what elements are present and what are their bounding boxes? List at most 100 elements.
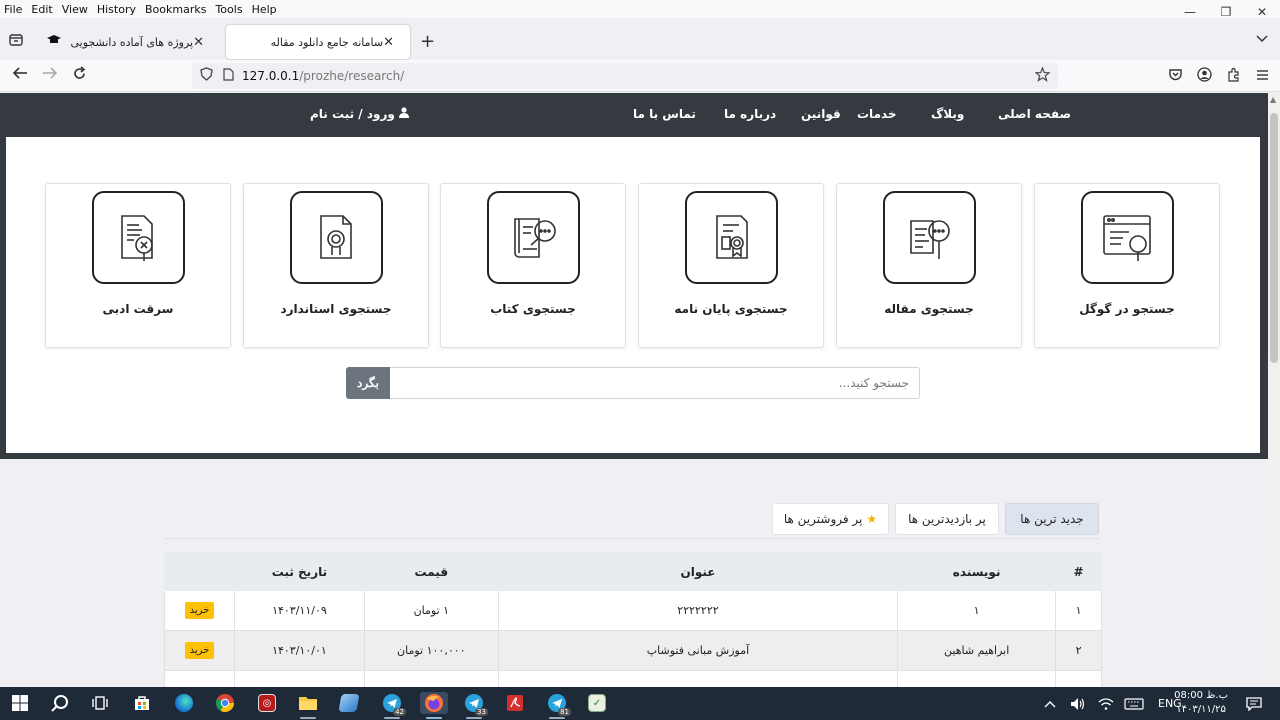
book-search-icon — [487, 191, 580, 284]
list-all-tabs-chevron-icon[interactable] — [1256, 32, 1268, 46]
keyboard-icon[interactable] — [1124, 687, 1144, 720]
active-indicator — [384, 717, 400, 719]
nav-contact[interactable]: تماس با ما — [633, 107, 696, 121]
account-icon[interactable] — [1197, 67, 1212, 86]
search-button[interactable]: بگرد — [346, 367, 390, 399]
bookmark-star-icon[interactable] — [1034, 66, 1051, 86]
app-red-icon[interactable]: ◎ — [255, 692, 279, 714]
menu-file[interactable]: File — [4, 3, 22, 16]
task-view-icon[interactable] — [88, 692, 112, 714]
store-icon[interactable] — [130, 692, 154, 714]
tab-strip: ✕ پروژه های آماده دانشجویی ✕ سامانه جامع… — [0, 18, 1280, 60]
header-number: # — [1055, 552, 1102, 591]
tab-close-icon[interactable]: ✕ — [383, 35, 394, 50]
nav-services[interactable]: خدمات — [857, 107, 897, 121]
page-viewport: صفحه اصلی وبلاگ خدمات قوانین درباره ما ت… — [0, 93, 1268, 687]
menu-edit[interactable]: Edit — [31, 3, 52, 16]
active-indicator — [426, 717, 442, 719]
search-input[interactable] — [390, 367, 920, 399]
card-plagiarism[interactable]: سرقت ادبی — [45, 183, 231, 348]
hero-panel: جستجو در گوگل جستجوی مقاله جستجوی پایان … — [6, 137, 1260, 453]
buy-button[interactable]: خرید — [184, 642, 215, 659]
scroll-up-arrow-icon[interactable]: ▲ — [1270, 95, 1276, 104]
firefox-icon[interactable] — [420, 692, 448, 714]
back-arrow-icon[interactable] — [12, 66, 28, 84]
new-tab-button[interactable]: + — [420, 31, 435, 52]
url-path: /prozhe/research/ — [299, 69, 405, 83]
acrobat-icon[interactable] — [503, 692, 527, 714]
tab-best-selling[interactable]: ★ پر فروشترین ها — [772, 503, 889, 535]
file-explorer-icon[interactable] — [296, 692, 320, 714]
cell-author: ابراهیم شاهین — [897, 630, 1057, 671]
nav-home[interactable]: صفحه اصلی — [998, 107, 1071, 121]
cell-title[interactable]: ۲۲۲۲۲۲۲ — [497, 590, 899, 631]
forward-arrow-icon[interactable] — [42, 66, 58, 84]
clock-time: ب.ظ 08:00 — [1174, 690, 1228, 701]
wifi-icon[interactable] — [1098, 687, 1114, 720]
chrome-icon[interactable] — [213, 692, 237, 714]
cell-action: خرید — [164, 630, 235, 671]
standard-document-icon — [290, 191, 383, 284]
table-row — [164, 670, 1102, 687]
nav-blog[interactable]: وبلاگ — [931, 107, 964, 121]
tab-most-viewed[interactable]: پر بازدیدترین ها — [895, 503, 999, 535]
tab-article-download[interactable]: ✕ سامانه جامع دانلود مقاله — [226, 25, 410, 59]
card-label: جستجوی کتاب — [490, 302, 576, 316]
menu-help[interactable]: Help — [252, 3, 277, 16]
page-info-icon[interactable] — [223, 68, 234, 84]
nav-about[interactable]: درباره ما — [724, 107, 776, 121]
volume-icon[interactable] — [1070, 687, 1086, 720]
address-bar[interactable]: 127.0.0.1/prozhe/research/ — [192, 63, 1058, 89]
tab-close-icon[interactable]: ✕ — [193, 35, 204, 50]
header-price: قیمت — [363, 552, 499, 591]
header-action — [164, 552, 235, 591]
nav-rules[interactable]: قوانین — [801, 107, 841, 121]
cell-date: ۱۴۰۳/۱۱/۰۹ — [233, 590, 365, 631]
menu-bookmarks[interactable]: Bookmarks — [145, 3, 206, 16]
windows-start-icon[interactable] — [8, 692, 32, 714]
table-row: ۲ ابراهیم شاهین آموزش مبانی فتوشاپ ۱۰۰,۰… — [164, 630, 1102, 671]
menu-history[interactable]: History — [97, 3, 136, 16]
tab-title: سامانه جامع دانلود مقاله — [270, 35, 384, 49]
tab-label: پر فروشترین ها — [783, 512, 863, 526]
menu-tools[interactable]: Tools — [215, 3, 242, 16]
telegram-icon[interactable]: 81 — [545, 692, 571, 716]
card-label: جستجوی مقاله — [884, 302, 974, 316]
card-thesis-search[interactable]: جستجوی پایان نامه — [638, 183, 824, 348]
extensions-icon[interactable] — [1226, 67, 1241, 86]
edge-browser-icon[interactable] — [172, 692, 196, 714]
more-menu-icon[interactable] — [1255, 67, 1270, 86]
app-green-icon[interactable]: ✓ — [585, 692, 609, 714]
card-google-search[interactable]: جستجو در گوگل — [1034, 183, 1220, 348]
buy-button[interactable]: خرید — [184, 602, 215, 619]
show-hidden-icons-chevron[interactable] — [1044, 687, 1056, 720]
telegram-badge: 33 — [475, 708, 488, 716]
article-search-icon — [883, 191, 976, 284]
scrollbar-thumb[interactable] — [1270, 113, 1278, 363]
tab-student-projects[interactable]: ✕ پروژه های آماده دانشجویی — [40, 25, 220, 59]
tab-title: پروژه های آماده دانشجویی — [70, 35, 194, 49]
pocket-icon[interactable] — [1168, 67, 1183, 86]
login-register-link[interactable]: ورود / ثبت نام — [310, 107, 409, 121]
telegram-icon[interactable]: 42 — [380, 692, 406, 716]
table-header-row: # نویسنده عنوان قیمت تاریخ ثبت — [164, 552, 1102, 591]
menu-view[interactable]: View — [62, 3, 88, 16]
card-label: جستجوی استاندارد — [280, 302, 392, 316]
card-standard-search[interactable]: جستجوی استاندارد — [243, 183, 429, 348]
products-table: # نویسنده عنوان قیمت تاریخ ثبت ۱ ۱ ۲۲۲۲۲… — [164, 552, 1102, 687]
tracking-shield-icon[interactable] — [200, 67, 213, 85]
card-article-search[interactable]: جستجوی مقاله — [836, 183, 1022, 348]
search-icon[interactable] — [48, 692, 72, 714]
telegram-icon[interactable]: 33 — [462, 692, 488, 716]
notepad-icon[interactable] — [337, 692, 361, 714]
thesis-certificate-icon — [685, 191, 778, 284]
reload-icon[interactable] — [72, 66, 87, 85]
firefox-view-icon[interactable] — [8, 32, 26, 50]
notifications-icon[interactable] — [1246, 687, 1262, 720]
cell-title[interactable]: آموزش مبانی فتوشاپ — [497, 630, 899, 671]
vertical-scrollbar[interactable]: ▲ — [1268, 93, 1280, 687]
card-book-search[interactable]: جستجوی کتاب — [440, 183, 626, 348]
header-author: نویسنده — [897, 552, 1057, 591]
tab-newest[interactable]: جدید ترین ها — [1005, 503, 1099, 535]
clock[interactable]: ب.ظ 08:00 ۱۴۰۳/۱۱/۲۵ — [1174, 689, 1228, 717]
